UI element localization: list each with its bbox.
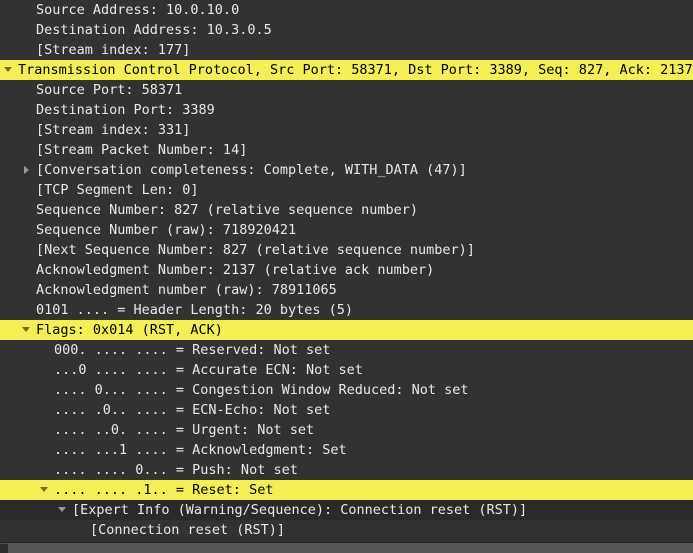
chevron-down-icon[interactable] (38, 480, 52, 500)
field-acknowledgment-number[interactable]: Acknowledgment Number: 2137 (relative ac… (0, 260, 693, 280)
field-conversation-completeness[interactable]: [Conversation completeness: Complete, WI… (0, 160, 693, 180)
tree-row-label: .... .... .1.. = Reset: Set (54, 482, 274, 498)
scrollbar-track[interactable] (8, 543, 693, 553)
packet-details-pane[interactable]: Source Address: 10.0.10.0 Destination Add… (0, 0, 693, 553)
tree-row-label: Destination Port: 3389 (36, 102, 215, 118)
tree-row-label: Transmission Control Protocol, Src Port:… (18, 62, 693, 78)
field-flags[interactable]: Flags: 0x014 (RST, ACK) (0, 320, 693, 340)
flag-reset[interactable]: .... .... .1.. = Reset: Set (0, 480, 693, 500)
tree-row-label: [Next Sequence Number: 827 (relative seq… (36, 242, 475, 258)
field-tcp-segment-len[interactable]: [TCP Segment Len: 0] (0, 180, 693, 200)
flag-push[interactable]: .... .... 0... = Push: Not set (0, 460, 693, 480)
chevron-down-icon[interactable] (56, 500, 70, 520)
tree-row-label: .... .0.. .... = ECN-Echo: Not set (54, 402, 331, 418)
horizontal-scrollbar[interactable] (0, 542, 693, 553)
flag-acknowledgment[interactable]: .... ...1 .... = Acknowledgment: Set (0, 440, 693, 460)
flag-ecn-echo[interactable]: .... .0.. .... = ECN-Echo: Not set (0, 400, 693, 420)
chevron-down-icon[interactable] (2, 60, 16, 80)
tree-row-label: [Stream Packet Number: 14] (36, 142, 248, 158)
field-destination-address[interactable]: Destination Address: 10.3.0.5 (0, 20, 693, 40)
field-next-sequence-number[interactable]: [Next Sequence Number: 827 (relative seq… (0, 240, 693, 260)
tree-row-label: [Conversation completeness: Complete, WI… (36, 162, 467, 178)
field-stream-packet-number[interactable]: [Stream Packet Number: 14] (0, 140, 693, 160)
field-header-length[interactable]: 0101 .... = Header Length: 20 bytes (5) (0, 300, 693, 320)
tree-row-label: Sequence Number (raw): 718920421 (36, 222, 297, 238)
tree-row-label: .... 0... .... = Congestion Window Reduc… (54, 382, 469, 398)
protocol-tcp-root[interactable]: Transmission Control Protocol, Src Port:… (0, 60, 693, 80)
expert-info-message[interactable]: [Connection reset (RST)] (0, 520, 693, 540)
expert-info-root[interactable]: [Expert Info (Warning/Sequence): Connect… (0, 500, 693, 520)
scrollbar-thumb[interactable] (0, 544, 8, 553)
tree-row-label: Source Port: 58371 (36, 82, 183, 98)
tree-row-label: [Expert Info (Warning/Sequence): Connect… (72, 502, 528, 518)
chevron-right-icon[interactable] (20, 160, 34, 180)
flag-urgent[interactable]: .... ..0. .... = Urgent: Not set (0, 420, 693, 440)
tree-row-label: [Stream index: 331] (36, 122, 191, 138)
field-tcp-stream-index[interactable]: [Stream index: 331] (0, 120, 693, 140)
tree-row-label: Acknowledgment Number: 2137 (relative ac… (36, 262, 435, 278)
tree-row-label: [Connection reset (RST)] (90, 522, 286, 538)
tree-row-label: Sequence Number: 827 (relative sequence … (36, 202, 419, 218)
tree-row-label: Flags: 0x014 (RST, ACK) (36, 322, 223, 338)
tree-row-label: [Stream index: 177] (36, 42, 191, 58)
tree-row-label: .... ..0. .... = Urgent: Not set (54, 422, 315, 438)
chevron-down-icon[interactable] (20, 320, 34, 340)
field-source-address[interactable]: Source Address: 10.0.10.0 (0, 0, 693, 20)
tree-row-label: Acknowledgment number (raw): 78911065 (36, 282, 337, 298)
field-source-port[interactable]: Source Port: 58371 (0, 80, 693, 100)
tree-row-label: .... .... 0... = Push: Not set (54, 462, 298, 478)
tree-row-label: Source Address: 10.0.10.0 (36, 2, 240, 18)
field-sequence-number[interactable]: Sequence Number: 827 (relative sequence … (0, 200, 693, 220)
tree-row-label: ...0 .... .... = Accurate ECN: Not set (54, 362, 363, 378)
flag-accurate-ecn[interactable]: ...0 .... .... = Accurate ECN: Not set (0, 360, 693, 380)
field-ip-stream-index[interactable]: [Stream index: 177] (0, 40, 693, 60)
tree-row-label: .... ...1 .... = Acknowledgment: Set (54, 442, 347, 458)
field-destination-port[interactable]: Destination Port: 3389 (0, 100, 693, 120)
field-acknowledgment-number-raw[interactable]: Acknowledgment number (raw): 78911065 (0, 280, 693, 300)
flag-reserved[interactable]: 000. .... .... = Reserved: Not set (0, 340, 693, 360)
tree-row-label: 0101 .... = Header Length: 20 bytes (5) (36, 302, 353, 318)
field-sequence-number-raw[interactable]: Sequence Number (raw): 718920421 (0, 220, 693, 240)
tree-row-label: 000. .... .... = Reserved: Not set (54, 342, 331, 358)
packet-detail-tree[interactable]: Source Address: 10.0.10.0 Destination Add… (0, 0, 693, 542)
tree-row-label: [TCP Segment Len: 0] (36, 182, 199, 198)
flag-congestion-window-reduced[interactable]: .... 0... .... = Congestion Window Reduc… (0, 380, 693, 400)
tree-row-label: Destination Address: 10.3.0.5 (36, 22, 272, 38)
